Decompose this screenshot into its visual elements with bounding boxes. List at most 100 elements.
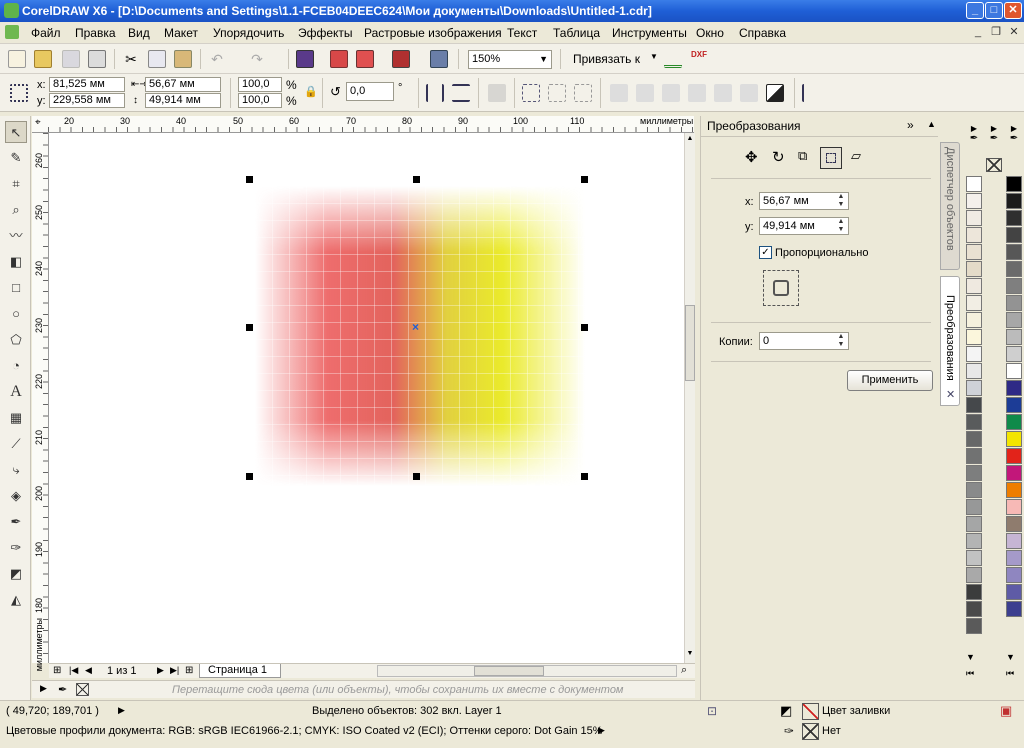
color-swatch[interactable] <box>1006 567 1022 583</box>
docker-height-field[interactable]: 49,914 мм ▲ ▼ <box>759 217 849 235</box>
rectangle-tool-icon[interactable]: □ <box>5 277 27 299</box>
height-spinner-icon[interactable]: ▲ ▼ <box>835 218 847 236</box>
copies-field[interactable]: 0 ▲ ▼ <box>759 332 849 350</box>
table-tool-icon[interactable]: ▦ <box>5 407 27 429</box>
scroll-up-icon[interactable]: ▲ <box>685 135 695 145</box>
doc-close-button[interactable]: ✕ <box>1006 25 1022 40</box>
trim-icon[interactable] <box>636 84 654 102</box>
menu-help[interactable]: Справка <box>739 26 786 40</box>
color-swatch[interactable] <box>966 448 982 464</box>
color-swatch[interactable] <box>966 244 982 260</box>
color-swatch[interactable] <box>966 380 982 396</box>
polygon-tool-icon[interactable]: ⬠ <box>5 329 27 351</box>
options-icon[interactable] <box>664 50 682 68</box>
expand-icon[interactable]: » <box>907 118 914 132</box>
blend-tool-icon[interactable]: ◈ <box>5 485 27 507</box>
palette2-scroll-down-icon[interactable]: ▼ <box>1006 652 1015 662</box>
undo-icon[interactable]: ↶ <box>208 50 226 68</box>
object-origin-icon[interactable] <box>10 84 28 102</box>
menu-window[interactable]: Окно <box>696 26 724 40</box>
create-boundary-icon[interactable] <box>766 84 784 102</box>
color-swatch[interactable] <box>1006 448 1022 464</box>
color-swatch[interactable] <box>966 567 982 583</box>
color-swatch[interactable] <box>1006 584 1022 600</box>
anchor-selector[interactable] <box>763 270 799 306</box>
ungroup-icon[interactable] <box>548 84 566 102</box>
last-page-icon[interactable]: ▶| <box>170 665 179 676</box>
menu-file[interactable]: Файл <box>31 26 61 40</box>
color-swatch[interactable] <box>1006 193 1022 209</box>
menu-arrange[interactable]: Упорядочить <box>213 26 284 40</box>
page-tab[interactable]: Страница 1 <box>199 664 281 678</box>
color-swatch[interactable] <box>1006 499 1022 515</box>
color-swatch[interactable] <box>966 533 982 549</box>
minimize-button[interactable]: _ <box>966 2 984 19</box>
paste-icon[interactable] <box>174 50 192 68</box>
vertical-ruler[interactable]: 260 250 240 230 220 210 200 190 180 милл… <box>32 133 49 671</box>
color-swatch[interactable] <box>966 295 982 311</box>
gradient-artwork[interactable] <box>255 186 585 486</box>
no-color-swatch[interactable] <box>76 683 89 696</box>
close-button[interactable]: ✕ <box>1004 2 1022 19</box>
color-swatch[interactable] <box>966 329 982 345</box>
zoom-tool-icon[interactable]: ⌕ <box>5 199 27 221</box>
color-swatch[interactable] <box>966 499 982 515</box>
fill-tool-icon[interactable]: ◩ <box>5 563 27 585</box>
color-swatch[interactable] <box>966 397 982 413</box>
snap-chevron-icon[interactable]: ▼ <box>650 52 658 61</box>
menu-bitmaps[interactable]: Растровые изображения <box>364 26 502 40</box>
lock-ratio-icon[interactable]: 🔒 <box>304 85 318 98</box>
collapse-icon[interactable]: ▲ <box>927 119 936 129</box>
eyedropper-icon[interactable]: ✒ <box>58 683 67 696</box>
selection-handle[interactable] <box>581 324 588 331</box>
weld-icon[interactable] <box>610 84 628 102</box>
user-icon[interactable]: ▣ <box>1000 703 1012 719</box>
proportional-checkbox[interactable]: ✓ <box>759 246 772 259</box>
copy-icon[interactable] <box>148 50 166 68</box>
snap-to-dropdown[interactable]: Привязать к <box>573 52 640 66</box>
color-swatch[interactable] <box>966 584 982 600</box>
color-swatch[interactable] <box>1006 278 1022 294</box>
mirror-horizontal-icon[interactable] <box>426 84 444 102</box>
selection-handle[interactable] <box>246 176 253 183</box>
color-swatch[interactable] <box>1006 380 1022 396</box>
color-swatch[interactable] <box>966 465 982 481</box>
doc-restore-button[interactable]: ❐ <box>988 25 1004 40</box>
color-swatch[interactable] <box>1006 244 1022 260</box>
intersect-icon[interactable] <box>662 84 680 102</box>
selection-handle[interactable] <box>246 324 253 331</box>
freehand-tool-icon[interactable]: 〰 <box>5 225 27 247</box>
horizontal-ruler[interactable]: 20 30 40 50 60 70 80 90 100 110 миллимет… <box>48 116 694 133</box>
scale-y-field[interactable]: 100,0 <box>238 93 282 108</box>
vertical-scrollbar[interactable]: ▲ ▼ <box>684 133 695 663</box>
horizontal-scrollbar[interactable] <box>377 665 677 677</box>
color-swatch[interactable] <box>966 516 982 532</box>
color-swatch[interactable] <box>966 363 982 379</box>
hscroll-thumb[interactable] <box>474 666 544 676</box>
save-icon[interactable] <box>62 50 80 68</box>
color-swatch[interactable] <box>966 278 982 294</box>
coords-arrow-icon[interactable]: ▶ <box>118 705 125 716</box>
color-swatch[interactable] <box>966 414 982 430</box>
color-swatch[interactable] <box>966 193 982 209</box>
front-minus-back-icon[interactable] <box>714 84 732 102</box>
application-launcher-icon[interactable] <box>392 50 410 68</box>
new-icon[interactable] <box>8 50 26 68</box>
connector-tool-icon[interactable]: ⤷ <box>5 459 27 481</box>
maximize-button[interactable]: □ <box>985 2 1003 19</box>
text-tool-icon[interactable]: A <box>5 381 27 403</box>
basic-shapes-tool-icon[interactable]: ◔ <box>5 355 27 377</box>
palette-scroll-down-icon[interactable]: ▼ <box>966 652 975 662</box>
ungroup-all-icon[interactable] <box>574 84 592 102</box>
color-swatch[interactable] <box>1006 295 1022 311</box>
menu-tools[interactable]: Инструменты <box>612 26 687 40</box>
apply-button[interactable]: Применить <box>847 370 933 391</box>
color-swatch[interactable] <box>1006 397 1022 413</box>
color-swatch[interactable] <box>966 550 982 566</box>
dimension-tool-icon[interactable]: ⟋ <box>5 433 27 455</box>
menu-effects[interactable]: Эффекты <box>298 26 353 40</box>
pick-tool-icon[interactable]: ↖ <box>5 121 27 143</box>
color-swatch[interactable] <box>1006 516 1022 532</box>
color-swatch[interactable] <box>966 312 982 328</box>
palette2-scroll-up-icon[interactable]: ▶ <box>985 124 1003 133</box>
